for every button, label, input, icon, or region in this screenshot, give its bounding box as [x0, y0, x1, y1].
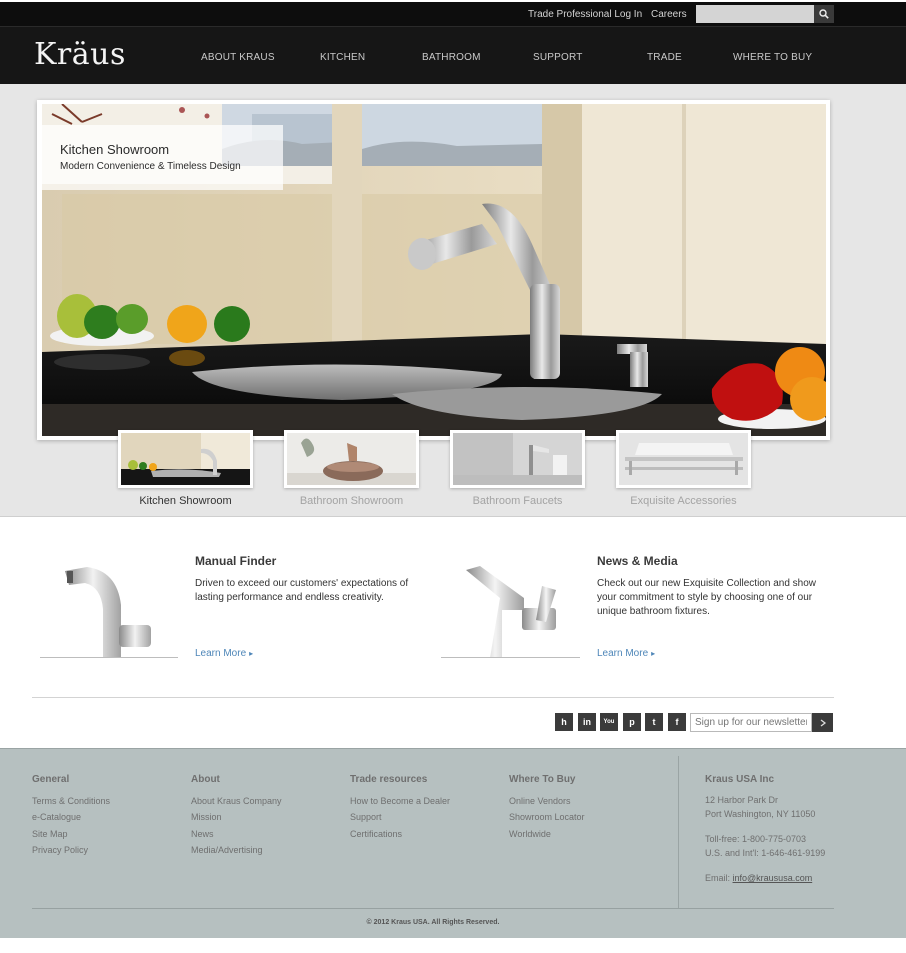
trade-login-link[interactable]: Trade Professional Log In [528, 9, 642, 20]
thumb-label-kitchen[interactable]: Kitchen Showroom [118, 495, 253, 507]
hero-subtitle: Modern Convenience & Timeless Design [60, 161, 241, 172]
learn-more-label: Learn More [597, 648, 649, 659]
footer-bottom-rule [32, 908, 834, 909]
feature-title-manual-finder: Manual Finder [195, 554, 277, 568]
search-button[interactable] [814, 5, 834, 23]
footer-email-row: Email: info@kraususa.com [705, 873, 812, 883]
nav-trade[interactable]: TRADE [647, 52, 682, 63]
footer-company-title: Kraus USA Inc [705, 774, 775, 785]
footer-link-about-company[interactable]: About Kraus Company [191, 796, 282, 806]
footer-link-online-vendors[interactable]: Online Vendors [509, 796, 571, 806]
thumb-label-bathroom-showroom[interactable]: Bathroom Showroom [284, 495, 419, 507]
footer-link-mission[interactable]: Mission [191, 812, 222, 822]
feature-title-news-media: News & Media [597, 554, 678, 568]
footer-general-title: General [32, 774, 70, 785]
feature-text-manual-finder: Driven to exceed our customers' expectat… [195, 578, 409, 603]
youtube-icon[interactable]: You [600, 713, 618, 731]
footer-trade-title: Trade resources [350, 774, 428, 785]
chevron-right-icon: ▸ [249, 649, 254, 658]
footer-link-media[interactable]: Media/Advertising [191, 845, 263, 855]
footer-link-privacy[interactable]: Privacy Policy [32, 845, 88, 855]
thumb-kitchen-showroom[interactable] [118, 430, 253, 488]
nav-where-to-buy[interactable]: WHERE TO BUY [733, 52, 812, 63]
footer-address-line1: 12 Harbor Park Dr [705, 795, 779, 805]
footer-link-showroom-locator[interactable]: Showroom Locator [509, 812, 585, 822]
copyright-text: © 2012 Kraus USA. All Rights Reserved. [366, 919, 500, 926]
footer-email-label: Email: [705, 873, 731, 883]
footer-link-terms[interactable]: Terms & Conditions [32, 796, 110, 806]
thumb-bathroom-showroom[interactable] [284, 430, 419, 488]
footer-email-link[interactable]: info@kraususa.com [733, 873, 813, 883]
footer-link-become-dealer[interactable]: How to Become a Dealer [350, 796, 450, 806]
chevron-right-icon [820, 718, 826, 727]
footer-link-worldwide[interactable]: Worldwide [509, 829, 551, 839]
hero-caption-panel [42, 125, 283, 190]
learn-more-news-media-link[interactable]: Learn More ▸ [597, 648, 655, 659]
newsletter-submit-button[interactable] [812, 713, 833, 732]
footer-address-line2: Port Washington, NY 11050 [705, 809, 816, 819]
footer-link-sitemap[interactable]: Site Map [32, 829, 68, 839]
houzz-icon[interactable]: h [555, 713, 573, 731]
footer-tollfree: Toll-free: 1-800-775-0703 [705, 834, 807, 844]
newsletter-email-input[interactable] [690, 713, 812, 732]
footer-link-ecatalogue[interactable]: e-Catalogue [32, 812, 81, 822]
hero-title: Kitchen Showroom [60, 142, 170, 157]
footer-column-divider [678, 756, 679, 908]
linkedin-icon[interactable]: in [578, 713, 596, 731]
footer-link-certifications[interactable]: Certifications [350, 829, 402, 839]
faucet-image-right [466, 566, 556, 658]
search-input[interactable] [696, 5, 814, 23]
thumb-exquisite-accessories[interactable] [616, 430, 751, 488]
tumblr-icon[interactable]: t [645, 713, 663, 731]
learn-more-manual-finder-link[interactable]: Learn More ▸ [195, 648, 253, 659]
nav-about-kraus[interactable]: ABOUT KRAUS [201, 52, 275, 63]
content-divider [32, 697, 834, 698]
thumb-bathroom-faucets[interactable] [450, 430, 585, 488]
careers-link[interactable]: Careers [651, 9, 687, 20]
nav-support[interactable]: SUPPORT [533, 52, 583, 63]
learn-more-label: Learn More [195, 648, 247, 659]
thumb-label-bathroom-faucets[interactable]: Bathroom Faucets [450, 495, 585, 507]
thumb-label-accessories[interactable]: Exquisite Accessories [616, 495, 751, 507]
shelf-line-left [40, 657, 178, 658]
footer-intl-phone: U.S. and Int'l: 1-646-461-9199 [705, 848, 826, 858]
kraus-logo[interactable]: Kräus [34, 37, 126, 72]
footer-link-news[interactable]: News [191, 829, 214, 839]
utility-bar: Trade Professional Log In Careers [0, 0, 906, 26]
pinterest-icon[interactable]: p [623, 713, 641, 731]
shelf-line-right [441, 657, 580, 658]
facebook-icon[interactable]: f [668, 713, 686, 731]
faucet-image-left [65, 567, 151, 657]
main-navigation: Kräus ABOUT KRAUS KITCHEN BATHROOM SUPPO… [0, 26, 906, 84]
footer-about-title: About [191, 774, 220, 785]
search-icon [819, 9, 829, 19]
footer-where-title: Where To Buy [509, 774, 576, 785]
chevron-right-icon: ▸ [651, 649, 656, 658]
footer-link-support[interactable]: Support [350, 812, 382, 822]
feature-text-news-media: Check out our new Exquisite Collection a… [597, 578, 817, 617]
nav-bathroom[interactable]: BATHROOM [422, 52, 481, 63]
nav-kitchen[interactable]: KITCHEN [320, 52, 365, 63]
